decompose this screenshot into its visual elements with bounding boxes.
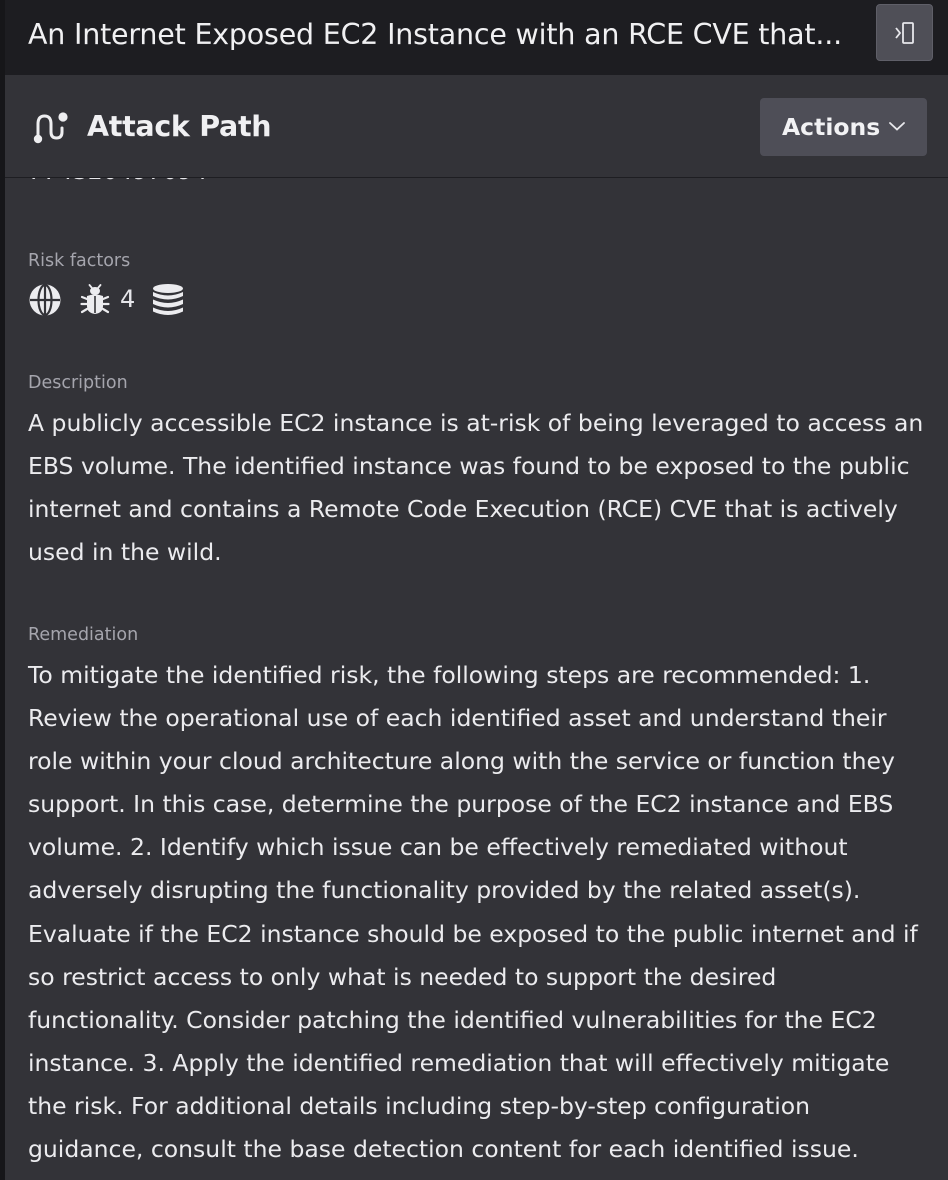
vulnerability-count: 4	[120, 285, 136, 313]
risk-factors-row: 4	[28, 281, 328, 317]
collapse-panel-button[interactable]	[876, 4, 933, 61]
attack-path-icon	[33, 112, 68, 144]
bug-icon	[80, 284, 110, 314]
globe-icon	[29, 283, 61, 317]
panel-header: Attack Path Actions	[0, 75, 948, 178]
details-scroll-area[interactable]: 774320497094 Risk factors 4	[0, 178, 948, 1180]
attack-path-window: An Internet Exposed EC2 Instance with an…	[0, 0, 948, 1180]
page-title: An Internet Exposed EC2 Instance with an…	[28, 18, 842, 51]
collapse-panel-icon	[894, 21, 914, 44]
actions-dropdown-button[interactable]: Actions	[760, 98, 927, 156]
description-label: Description	[28, 373, 128, 393]
account-id: 774320497094	[28, 178, 207, 186]
remediation-text: To mitigate the identified risk, the fol…	[28, 661, 918, 1164]
chevron-down-icon	[889, 122, 905, 131]
remediation-label: Remediation	[28, 625, 139, 645]
database-icon	[153, 284, 183, 315]
title-bar: An Internet Exposed EC2 Instance with an…	[0, 0, 948, 75]
window-edge	[0, 0, 5, 1180]
actions-label: Actions	[782, 113, 881, 141]
panel-title: Attack Path	[87, 110, 272, 143]
description-text: A publicly accessible EC2 instance is at…	[28, 409, 924, 567]
risk-factors-label: Risk factors	[28, 251, 131, 271]
